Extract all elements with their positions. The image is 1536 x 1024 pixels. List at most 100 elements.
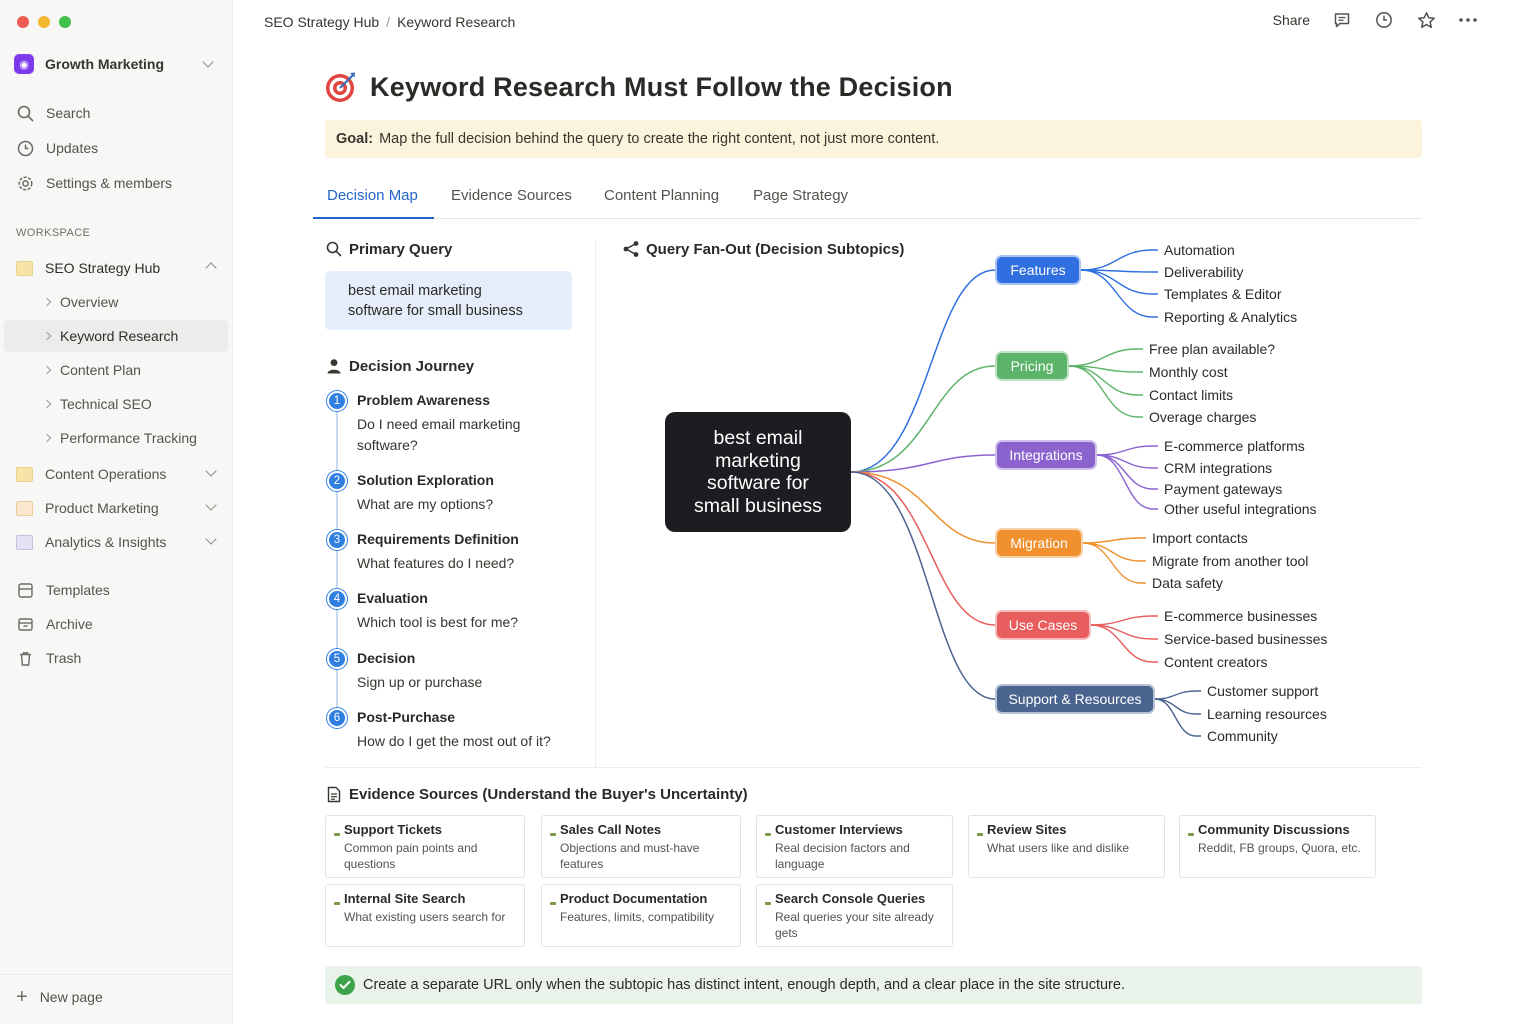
sidebar-item-label: Technical SEO: [60, 396, 152, 412]
evidence-card[interactable]: Internal Site Search What existing users…: [325, 884, 525, 947]
leaf-node: Service-based businesses: [1164, 631, 1328, 647]
evidence-card[interactable]: Review Sites What users like and dislike: [968, 815, 1165, 878]
evidence-card[interactable]: Community Discussions Reddit, FB groups,…: [1179, 815, 1376, 878]
new-page-button[interactable]: + New page: [16, 986, 103, 1008]
nav-settings[interactable]: Settings & members: [16, 171, 172, 195]
chevron-up-icon[interactable]: [205, 262, 217, 274]
bullet-icon: [550, 902, 556, 905]
sidebar-item-keyword-research[interactable]: Keyword Research: [4, 320, 228, 352]
leaf-node: E-commerce businesses: [1164, 608, 1318, 624]
target-icon: [324, 70, 358, 104]
branch-node-integrations[interactable]: Integrations: [995, 440, 1097, 470]
section-label-workspace: WORKSPACE: [16, 227, 91, 239]
branch-node-use-cases[interactable]: Use Cases: [995, 610, 1091, 640]
goal-text: Map the full decision behind the query t…: [379, 131, 940, 147]
sidebar-item-label: Analytics & Insights: [45, 534, 167, 550]
minimize-window-button[interactable]: [38, 16, 50, 28]
nav-updates[interactable]: Updates: [16, 136, 98, 160]
evidence-card-description: Reddit, FB groups, Quora, etc.: [1198, 841, 1361, 855]
evidence-heading: Evidence Sources (Understand the Buyer's…: [325, 785, 748, 803]
step-description: Do I need email marketing software?: [357, 416, 521, 453]
search-icon: [325, 240, 343, 258]
sidebar-item-product-marketing[interactable]: Product Marketing: [16, 494, 221, 522]
evidence-card-title: Search Console Queries: [775, 891, 926, 906]
workspace-switcher[interactable]: ◉ Growth Marketing: [14, 51, 218, 77]
nav-archive[interactable]: Archive: [16, 612, 93, 636]
evidence-card-description: Real decision factors and language: [775, 841, 910, 871]
sidebar-item-content-operations[interactable]: Content Operations: [16, 460, 221, 488]
sidebar-item-seo-strategy-hub[interactable]: SEO Strategy Hub: [16, 254, 221, 282]
chevron-down-icon[interactable]: [205, 499, 217, 511]
branch-node-migration[interactable]: Migration: [995, 528, 1083, 558]
bullet-icon: [977, 833, 983, 836]
document-icon: [325, 785, 343, 803]
step-title: Post-Purchase: [357, 709, 456, 725]
connector-line: [1090, 624, 1158, 663]
sidebar-item-label: Content Operations: [45, 466, 167, 482]
leaf-node: Templates & Editor: [1164, 286, 1282, 302]
connector-line: [1154, 690, 1201, 700]
bullet-icon: [334, 902, 340, 905]
evidence-card-title: Review Sites: [987, 822, 1067, 837]
chevron-right-icon: [42, 433, 52, 443]
workspace-logo-icon: ◉: [14, 54, 34, 74]
maximize-window-button[interactable]: [59, 16, 71, 28]
decision-journey-heading-label: Decision Journey: [349, 357, 475, 375]
sidebar-item-performance-tracking[interactable]: Performance Tracking: [4, 422, 228, 454]
document-icon: [16, 500, 33, 516]
leaf-node: Reporting & Analytics: [1164, 309, 1298, 325]
evidence-card-title: Internal Site Search: [344, 891, 466, 906]
leaf-node: E-commerce platforms: [1164, 438, 1305, 454]
chevron-down-icon[interactable]: [205, 533, 217, 545]
breadcrumb-item[interactable]: Keyword Research: [397, 14, 515, 30]
more-options-icon[interactable]: [1458, 10, 1478, 30]
evidence-card[interactable]: Support Tickets Common pain points and q…: [325, 815, 525, 878]
evidence-card[interactable]: Search Console Queries Real queries your…: [756, 884, 953, 947]
evidence-card[interactable]: Sales Call Notes Objections and must-hav…: [541, 815, 741, 878]
sidebar-item-overview[interactable]: Overview: [4, 286, 228, 318]
chart-icon: [16, 534, 33, 550]
sidebar: ◉ Growth Marketing Search Updates Settin…: [0, 0, 233, 1024]
evidence-card[interactable]: Product Documentation Features, limits, …: [541, 884, 741, 947]
sidebar-item-technical-seo[interactable]: Technical SEO: [4, 388, 228, 420]
leaf-node: Migrate from another tool: [1152, 553, 1309, 569]
chevron-down-icon: [202, 56, 214, 68]
nav-trash[interactable]: Trash: [16, 646, 81, 670]
history-icon[interactable]: [1374, 10, 1394, 30]
step-number: 4: [327, 589, 347, 609]
nav-settings-label: Settings & members: [46, 175, 173, 191]
step-description: What features do I need?: [357, 555, 515, 571]
nav-trash-label: Trash: [46, 650, 82, 666]
sidebar-item-content-plan[interactable]: Content Plan: [4, 354, 228, 386]
tab-content-planning[interactable]: Content Planning: [604, 187, 719, 204]
connector-line: [1154, 698, 1201, 737]
decision-journey-heading: Decision Journey: [325, 357, 474, 375]
branch-node-features[interactable]: Features: [995, 255, 1081, 285]
tab-decision-map[interactable]: Decision Map: [327, 187, 418, 204]
plus-icon: +: [16, 986, 28, 1008]
comment-icon[interactable]: [1332, 10, 1352, 30]
search-icon: [16, 104, 34, 122]
branch-node-pricing[interactable]: Pricing: [995, 351, 1069, 381]
goal-callout: Goal: Map the full decision behind the q…: [325, 120, 1422, 158]
leaf-node: Monthly cost: [1149, 364, 1228, 380]
root-node-line: small business: [694, 494, 822, 517]
star-icon[interactable]: [1416, 10, 1436, 30]
evidence-card[interactable]: Customer Interviews Real decision factor…: [756, 815, 953, 878]
chevron-down-icon[interactable]: [205, 465, 217, 477]
breadcrumb-item[interactable]: SEO Strategy Hub: [264, 14, 379, 30]
step-description: Sign up or purchase: [357, 674, 483, 690]
close-window-button[interactable]: [17, 16, 29, 28]
nav-templates[interactable]: Templates: [16, 578, 110, 602]
root-node-line: marketing: [715, 449, 801, 472]
tab-evidence-sources[interactable]: Evidence Sources: [451, 187, 572, 204]
nav-search[interactable]: Search: [16, 101, 90, 125]
connector-line: [1082, 542, 1146, 562]
branch-node-support-resources[interactable]: Support & Resources: [995, 684, 1155, 714]
evidence-card-title: Customer Interviews: [775, 822, 903, 837]
leaf-node: Content creators: [1164, 654, 1268, 670]
share-button[interactable]: Share: [1273, 12, 1310, 28]
nav-updates-label: Updates: [46, 140, 99, 156]
tab-page-strategy[interactable]: Page Strategy: [753, 187, 848, 204]
sidebar-item-analytics-insights[interactable]: Analytics & Insights: [16, 528, 221, 556]
